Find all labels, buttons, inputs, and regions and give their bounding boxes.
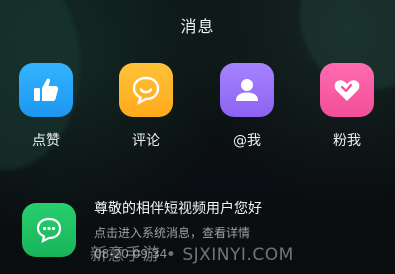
likes-tile — [19, 63, 73, 117]
watermark: 新意手游 • SJXINYI.COM — [90, 245, 294, 265]
page-title: 消息 — [180, 17, 215, 36]
mentions-button[interactable]: @我 — [212, 63, 282, 150]
chat-bubble-icon — [36, 217, 62, 244]
heart-icon — [334, 80, 360, 101]
system-message-title[interactable]: 尊敬的相伴短视频用户您好 — [94, 198, 262, 218]
person-icon — [236, 79, 258, 101]
smile-chat-icon — [132, 76, 160, 105]
followers-label: 粉我 — [333, 133, 361, 149]
comments-label: 评论 — [132, 133, 160, 149]
followers-button[interactable]: 粉我 — [312, 63, 382, 150]
likes-button[interactable]: 点赞 — [11, 63, 81, 150]
thumbs-up-icon — [34, 78, 59, 101]
system-message-body[interactable]: 点击进入系统消息，查看详情 — [94, 224, 250, 241]
comments-button[interactable]: 评论 — [111, 63, 181, 150]
followers-tile — [320, 63, 374, 117]
likes-label: 点赞 — [32, 133, 60, 149]
messages-screen: 消息 点赞 评论 @我 粉我 尊敬的相伴短视频用户您好 点击进入系统消息，查看详… — [0, 0, 395, 274]
system-message-icon-tile[interactable] — [22, 203, 76, 257]
mentions-tile — [220, 63, 274, 117]
comments-tile — [119, 63, 173, 117]
mentions-label: @我 — [233, 133, 261, 149]
